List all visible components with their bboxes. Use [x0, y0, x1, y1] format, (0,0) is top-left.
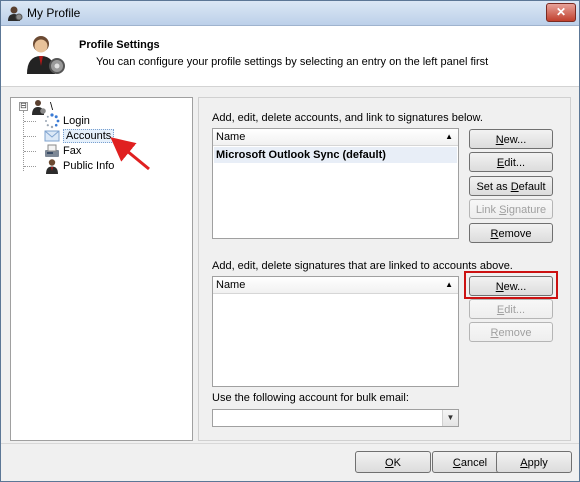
signature-new-button[interactable]: New... [469, 276, 553, 296]
tree-connector [24, 151, 36, 152]
sort-up-icon: ▲ [445, 280, 453, 289]
footer-divider [1, 443, 579, 444]
account-row[interactable]: Microsoft Outlook Sync (default) [214, 147, 457, 163]
tree-connector [24, 136, 36, 137]
accounts-label: Add, edit, delete accounts, and link to … [212, 112, 483, 124]
tree-item-label: Fax [63, 145, 82, 157]
apply-button[interactable]: Apply [496, 451, 572, 473]
ok-button[interactable]: OK [355, 451, 431, 473]
my-profile-window: My Profile ✕ Profile Settings You can co… [0, 0, 580, 482]
signature-edit-button[interactable]: Edit... [469, 299, 553, 319]
tree-expander[interactable]: ⊟ [19, 102, 28, 111]
title-bar[interactable]: My Profile ✕ [1, 1, 579, 26]
name-column-label: Name [216, 279, 246, 291]
close-button[interactable]: ✕ [546, 3, 576, 22]
set-as-default-button[interactable]: Set as Default [469, 176, 553, 196]
accounts-list[interactable]: Name ▲ Microsoft Outlook Sync (default) [212, 128, 459, 239]
header-title: Profile Settings [79, 39, 160, 51]
login-spinner-icon [45, 113, 60, 129]
account-remove-button[interactable]: Remove [469, 223, 553, 243]
annotation-arrow [110, 137, 150, 171]
tree-item-fax[interactable]: Fax [44, 143, 81, 159]
window-title: My Profile [27, 6, 81, 20]
header-description: You can configure your profile settings … [96, 56, 489, 68]
link-signature-button[interactable]: Link Signature [469, 199, 553, 219]
sort-up-icon: ▲ [445, 132, 453, 141]
tree-root-label: \ [50, 101, 54, 113]
chevron-down-icon[interactable]: ▼ [442, 410, 458, 426]
tree-connector [24, 121, 36, 122]
signature-remove-button[interactable]: Remove [469, 322, 553, 342]
header-panel: Profile Settings You can configure your … [1, 26, 579, 87]
tree-connector [23, 111, 24, 171]
profile-app-icon [8, 6, 23, 21]
signatures-list[interactable]: Name ▲ [212, 276, 459, 387]
tree-item-label: Login [63, 115, 90, 127]
account-new-button[interactable]: New... [469, 129, 553, 149]
bulk-email-label: Use the following account for bulk email… [212, 392, 409, 404]
accounts-column-header[interactable]: Name ▲ [213, 129, 458, 146]
account-edit-button[interactable]: Edit... [469, 152, 553, 172]
name-column-label: Name [216, 131, 246, 143]
fax-machine-icon [45, 144, 59, 158]
accounts-mail-icon [44, 130, 60, 142]
tree-item-login[interactable]: Login [44, 113, 90, 129]
signatures-column-header[interactable]: Name ▲ [213, 277, 458, 294]
tree-connector [24, 166, 36, 167]
person-icon [46, 159, 58, 175]
bulk-email-account-select[interactable]: ▼ [212, 409, 459, 427]
user-profile-settings-icon [27, 36, 65, 74]
